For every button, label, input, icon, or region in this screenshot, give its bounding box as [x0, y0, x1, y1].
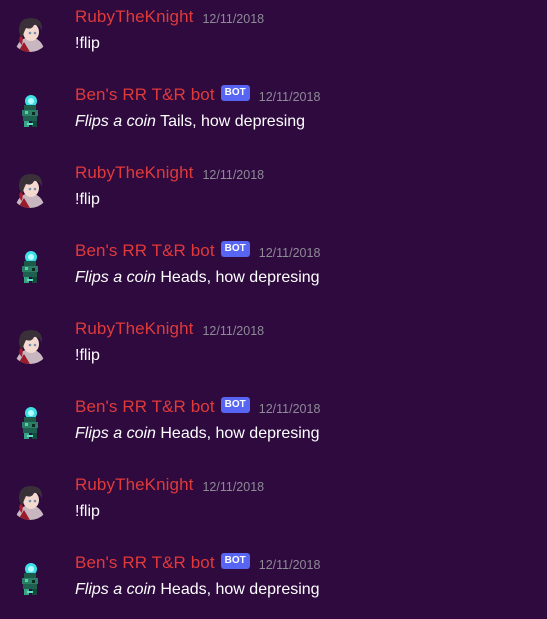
message-text: !flip	[75, 503, 100, 520]
message-content: !flip	[75, 191, 100, 209]
message-item: Ben's RR T&R bot BOT 12/11/2018 Flips a …	[0, 236, 547, 296]
timestamp: 12/11/2018	[258, 558, 321, 572]
username[interactable]: RubyTheKnight	[75, 319, 193, 339]
message-header: Ben's RR T&R bot BOT 12/11/2018	[75, 80, 320, 110]
message-text: Tails, how depresing	[155, 113, 306, 130]
chat-messages: RubyTheKnight 12/11/2018 !flip Ben's RR …	[0, 0, 547, 619]
bot-avatar-icon[interactable]	[10, 90, 50, 130]
message-italic: Flips a coin	[75, 425, 156, 442]
message-italic: Flips a coin	[75, 581, 156, 598]
message-header: Ben's RR T&R bot BOT 12/11/2018	[75, 392, 320, 422]
timestamp: 12/11/2018	[258, 246, 321, 260]
username[interactable]: Ben's RR T&R bot	[75, 241, 215, 261]
message-header: Ben's RR T&R bot BOT 12/11/2018	[75, 548, 320, 578]
message-text: !flip	[75, 347, 100, 364]
message-content: !flip	[75, 347, 100, 365]
message-content: Flips a coin Heads, how depresing	[75, 581, 320, 599]
message-item: Ben's RR T&R bot BOT 12/11/2018 Flips a …	[0, 548, 547, 608]
message-header: RubyTheKnight 12/11/2018	[75, 314, 264, 344]
username[interactable]: RubyTheKnight	[75, 163, 193, 183]
ruby-avatar-icon[interactable]	[10, 324, 50, 364]
timestamp: 12/11/2018	[202, 480, 265, 494]
timestamp: 12/11/2018	[202, 168, 265, 182]
message-text: Heads, how depresing	[155, 581, 320, 598]
username[interactable]: RubyTheKnight	[75, 475, 193, 495]
ruby-avatar-icon[interactable]	[10, 168, 50, 208]
message-text: Heads, how depresing	[155, 269, 320, 286]
message-header: RubyTheKnight 12/11/2018	[75, 470, 264, 500]
message-item: Ben's RR T&R bot BOT 12/11/2018 Flips a …	[0, 392, 547, 452]
message-item: Ben's RR T&R bot BOT 12/11/2018 Flips a …	[0, 80, 547, 140]
message-header: Ben's RR T&R bot BOT 12/11/2018	[75, 236, 320, 266]
username[interactable]: Ben's RR T&R bot	[75, 85, 215, 105]
username[interactable]: Ben's RR T&R bot	[75, 553, 215, 573]
bot-avatar-icon[interactable]	[10, 246, 50, 286]
bot-badge: BOT	[220, 241, 250, 257]
bot-badge: BOT	[220, 397, 250, 413]
message-content: Flips a coin Tails, how depresing	[75, 113, 305, 131]
message-content: !flip	[75, 35, 100, 53]
message-text: !flip	[75, 191, 100, 208]
timestamp: 12/11/2018	[202, 324, 265, 338]
username[interactable]: Ben's RR T&R bot	[75, 397, 215, 417]
message-italic: Flips a coin	[75, 113, 156, 130]
bot-avatar-icon[interactable]	[10, 402, 50, 442]
ruby-avatar-icon[interactable]	[10, 480, 50, 520]
message-italic: Flips a coin	[75, 269, 156, 286]
bot-avatar-icon[interactable]	[10, 558, 50, 598]
username[interactable]: RubyTheKnight	[75, 7, 193, 27]
ruby-avatar-icon[interactable]	[10, 12, 50, 52]
message-text: !flip	[75, 35, 100, 52]
message-content: !flip	[75, 503, 100, 521]
timestamp: 12/11/2018	[258, 90, 321, 104]
message-header: RubyTheKnight 12/11/2018	[75, 2, 264, 32]
timestamp: 12/11/2018	[258, 402, 321, 416]
message-text: Heads, how depresing	[155, 425, 320, 442]
timestamp: 12/11/2018	[202, 12, 265, 26]
message-content: Flips a coin Heads, how depresing	[75, 425, 320, 443]
message-item: RubyTheKnight 12/11/2018 !flip	[0, 470, 547, 530]
message-content: Flips a coin Heads, how depresing	[75, 269, 320, 287]
message-item: RubyTheKnight 12/11/2018 !flip	[0, 158, 547, 218]
bot-badge: BOT	[220, 85, 250, 101]
bot-badge: BOT	[220, 553, 250, 569]
message-header: RubyTheKnight 12/11/2018	[75, 158, 264, 188]
message-item: RubyTheKnight 12/11/2018 !flip	[0, 2, 547, 62]
message-item: RubyTheKnight 12/11/2018 !flip	[0, 314, 547, 374]
